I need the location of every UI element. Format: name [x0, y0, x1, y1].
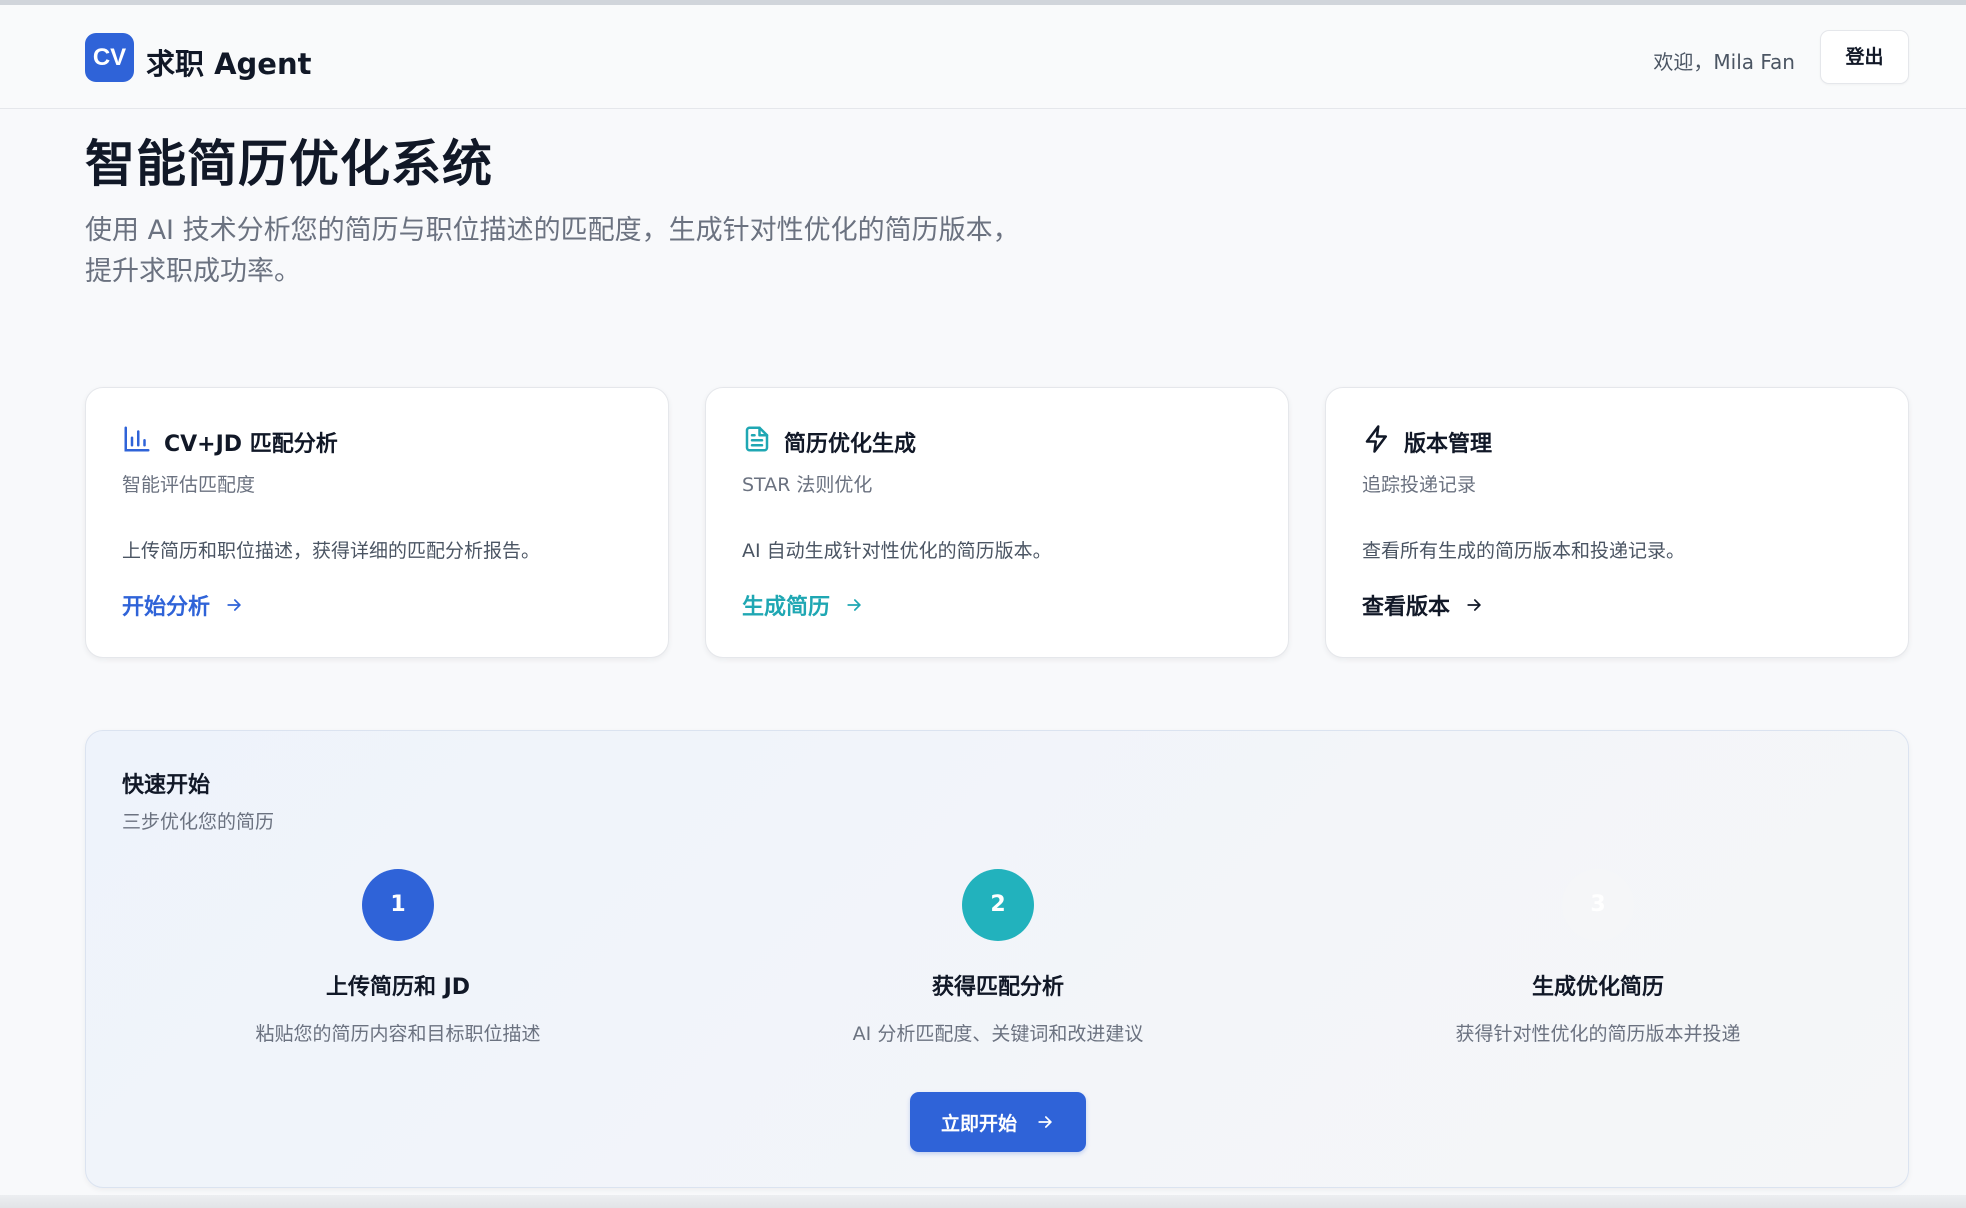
generate-resume-link[interactable]: 生成简历: [742, 590, 864, 620]
bar-chart-icon: [124, 426, 150, 452]
arrow-right-icon: [1467, 599, 1481, 611]
card-version-management: 版本管理 追踪投递记录 查看所有生成的简历版本和投递记录。 查看版本: [1325, 387, 1909, 658]
page-description-line-2: 提升求职成功率。: [85, 256, 301, 287]
arrow-right-icon: [1038, 1116, 1052, 1128]
arrow-right-icon: [847, 599, 861, 611]
card-subtitle: 智能评估匹配度: [122, 474, 256, 496]
start-now-label: 立即开始: [940, 1112, 1017, 1135]
quick-start-title: 快速开始: [122, 773, 211, 798]
card-title: 简历优化生成: [784, 432, 917, 457]
card-description: 查看所有生成的简历版本和投递记录。: [1362, 540, 1686, 562]
step-description: AI 分析匹配度、关键词和改进建议: [852, 1023, 1144, 1045]
card-subtitle: STAR 法则优化: [742, 474, 873, 496]
step-generate: 3 生成优化简历 获得针对性优化的简历版本并投递: [1298, 869, 1898, 1046]
app-header: CV 求职 Agent 欢迎，Mila Fan 登出: [0, 5, 1966, 109]
page-title: 智能简历优化系统: [85, 135, 493, 193]
card-match-analysis: CV+JD 匹配分析 智能评估匹配度 上传简历和职位描述，获得详细的匹配分析报告…: [85, 387, 669, 658]
start-now-button[interactable]: 立即开始: [910, 1092, 1086, 1152]
view-versions-label: 查看版本: [1362, 595, 1451, 620]
view-versions-link[interactable]: 查看版本: [1362, 590, 1484, 620]
step-title: 上传简历和 JD: [325, 975, 471, 1000]
page-description: 使用 AI 技术分析您的简历与职位描述的匹配度，生成针对性优化的简历版本， 提升…: [85, 210, 1085, 292]
start-analysis-link[interactable]: 开始分析: [122, 590, 244, 620]
step-description: 获得针对性优化的简历版本并投递: [1455, 1023, 1741, 1045]
document-icon: [745, 426, 769, 452]
app-logo[interactable]: CV: [85, 33, 134, 82]
arrow-right-icon: [227, 599, 241, 611]
card-description: AI 自动生成针对性优化的简历版本。: [742, 540, 1052, 562]
card-title: 版本管理: [1404, 432, 1493, 457]
step-analysis: 2 获得匹配分析 AI 分析匹配度、关键词和改进建议: [698, 869, 1298, 1046]
step-number-badge: 1: [362, 869, 434, 941]
step-number-badge: 2: [962, 869, 1034, 941]
start-analysis-label: 开始分析: [122, 595, 211, 620]
logout-button[interactable]: 登出: [1820, 30, 1909, 84]
step-number-badge: 3: [1562, 869, 1634, 941]
page-description-line-1: 使用 AI 技术分析您的简历与职位描述的匹配度，生成针对性优化的简历版本，: [85, 215, 1020, 246]
welcome-text: 欢迎，Mila Fan: [1653, 50, 1795, 74]
generate-resume-label: 生成简历: [742, 595, 831, 620]
step-description: 粘贴您的简历内容和目标职位描述: [255, 1023, 541, 1045]
app-name[interactable]: 求职 Agent: [146, 41, 311, 83]
window-bottom-edge: [0, 1195, 1966, 1208]
card-description: 上传简历和职位描述，获得详细的匹配分析报告。: [122, 540, 541, 562]
quick-start-panel: 快速开始 三步优化您的简历 1 上传简历和 JD 粘贴您的简历内容和目标职位描述…: [85, 730, 1909, 1188]
step-title: 生成优化简历: [1531, 975, 1664, 1000]
step-title: 获得匹配分析: [931, 975, 1064, 1000]
lightning-icon: [1365, 425, 1387, 453]
quick-start-subtitle: 三步优化您的简历: [122, 811, 275, 833]
card-subtitle: 追踪投递记录: [1362, 474, 1477, 496]
step-upload: 1 上传简历和 JD 粘贴您的简历内容和目标职位描述: [98, 869, 698, 1046]
card-resume-generation: 简历优化生成 STAR 法则优化 AI 自动生成针对性优化的简历版本。 生成简历: [705, 387, 1289, 658]
card-title: CV+JD 匹配分析: [164, 432, 338, 457]
